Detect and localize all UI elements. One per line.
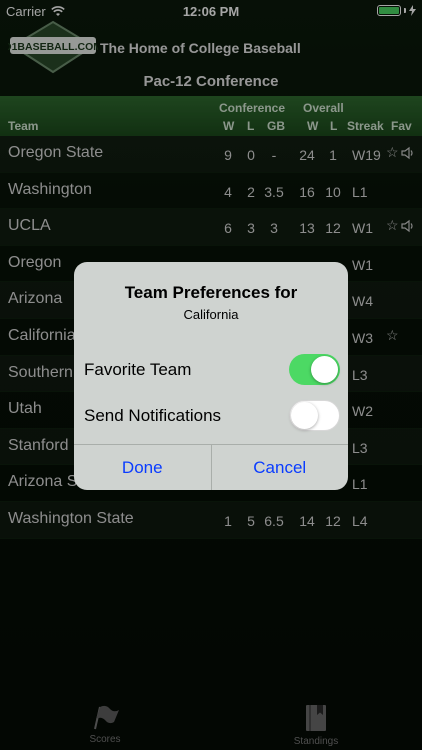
send-notifications-toggle[interactable] [289,400,340,431]
favorite-team-label: Favorite Team [84,360,192,379]
done-button[interactable]: Done [74,445,211,490]
cancel-button[interactable]: Cancel [210,445,349,490]
send-notifications-label: Send Notifications [84,406,222,425]
standings-screen: Carrier 12:06 PM D1BASEBALL.COM The Home… [0,0,422,750]
dialog-buttons: Done Cancel [74,444,348,490]
dialog-team-name: California [183,307,239,322]
favorite-team-toggle[interactable] [289,354,340,385]
dialog-title: Team Preferences for [124,283,298,302]
team-preferences-dialog: Team Preferences for California Favorite… [74,262,348,490]
